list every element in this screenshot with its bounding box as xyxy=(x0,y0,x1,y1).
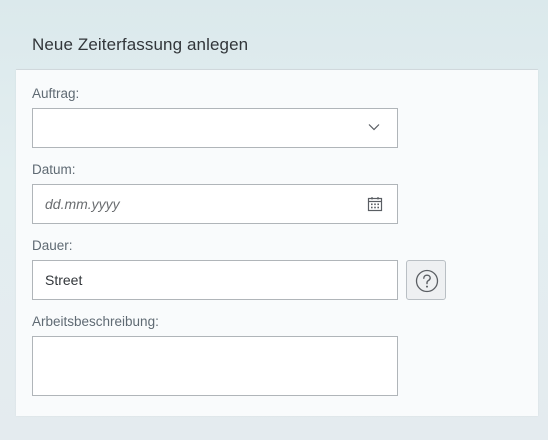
dialog-title: Neue Zeiterfassung anlegen xyxy=(32,35,249,54)
arbeitsbeschreibung-label: Arbeitsbeschreibung: xyxy=(32,314,159,329)
help-button[interactable] xyxy=(406,260,446,300)
calendar-icon[interactable] xyxy=(367,196,385,214)
dauer-value: Street xyxy=(45,272,83,288)
datum-placeholder: dd.mm.yyyy xyxy=(45,196,120,212)
dauer-label: Dauer: xyxy=(32,238,73,253)
arbeitsbeschreibung-textarea[interactable] xyxy=(32,336,398,396)
auftrag-label: Auftrag: xyxy=(32,86,80,101)
help-circle-icon xyxy=(415,269,439,293)
chevron-down-icon[interactable] xyxy=(367,120,385,138)
datum-label: Datum: xyxy=(32,162,76,177)
dialog-content: Auftrag: Datum: dd.mm.yyyy Dauer: Street… xyxy=(16,70,538,416)
auftrag-select[interactable] xyxy=(32,108,398,148)
dauer-input[interactable]: Street xyxy=(32,260,398,300)
datum-field[interactable]: dd.mm.yyyy xyxy=(32,184,398,224)
dialog-header: Neue Zeiterfassung anlegen xyxy=(16,18,538,70)
